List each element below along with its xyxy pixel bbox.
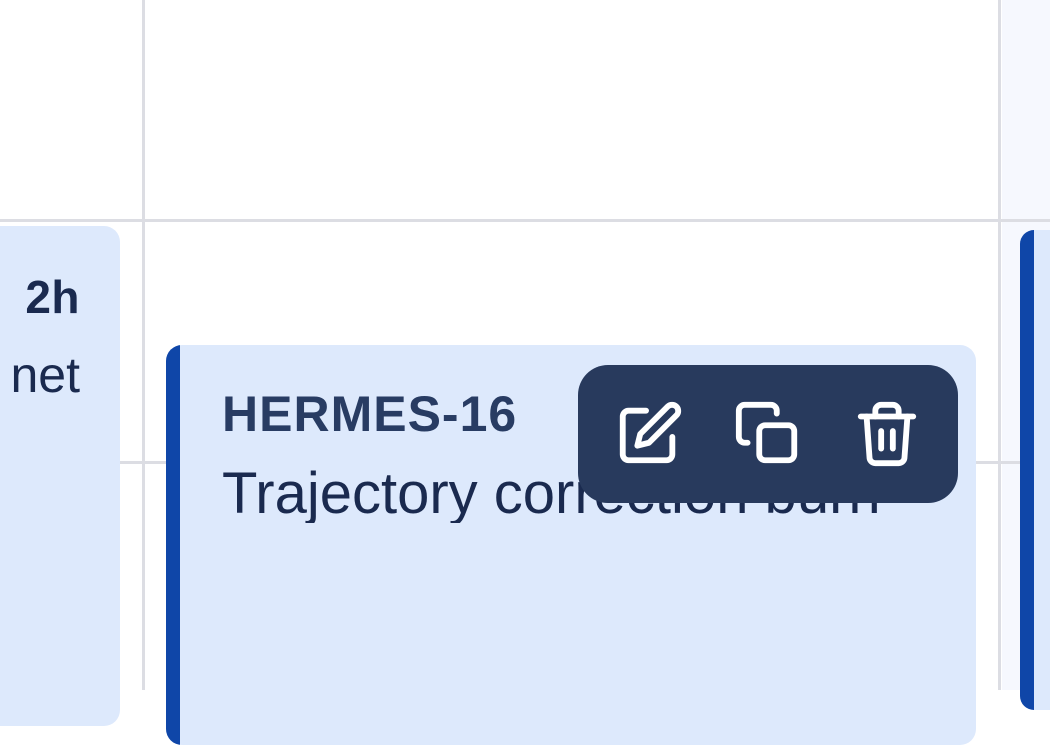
event-card-previous-day[interactable]: 2h net — [0, 226, 120, 726]
event-accent-bar — [166, 345, 180, 745]
event-card-next-day[interactable] — [1020, 230, 1050, 710]
delete-event-button[interactable] — [843, 390, 931, 478]
duplicate-icon — [735, 401, 798, 464]
event-title: net — [10, 347, 80, 403]
event-duration: 2h — [25, 271, 80, 323]
trash-icon — [857, 401, 916, 467]
day-divider — [142, 0, 145, 690]
edit-event-button[interactable] — [605, 390, 693, 478]
edit-icon — [620, 401, 682, 464]
duplicate-event-button[interactable] — [724, 390, 812, 478]
hour-line — [0, 219, 1050, 222]
day-divider — [998, 0, 1001, 690]
event-key: HERMES-16 — [222, 386, 518, 442]
event-action-toolbar — [578, 365, 958, 503]
event-accent-bar — [1020, 230, 1034, 710]
